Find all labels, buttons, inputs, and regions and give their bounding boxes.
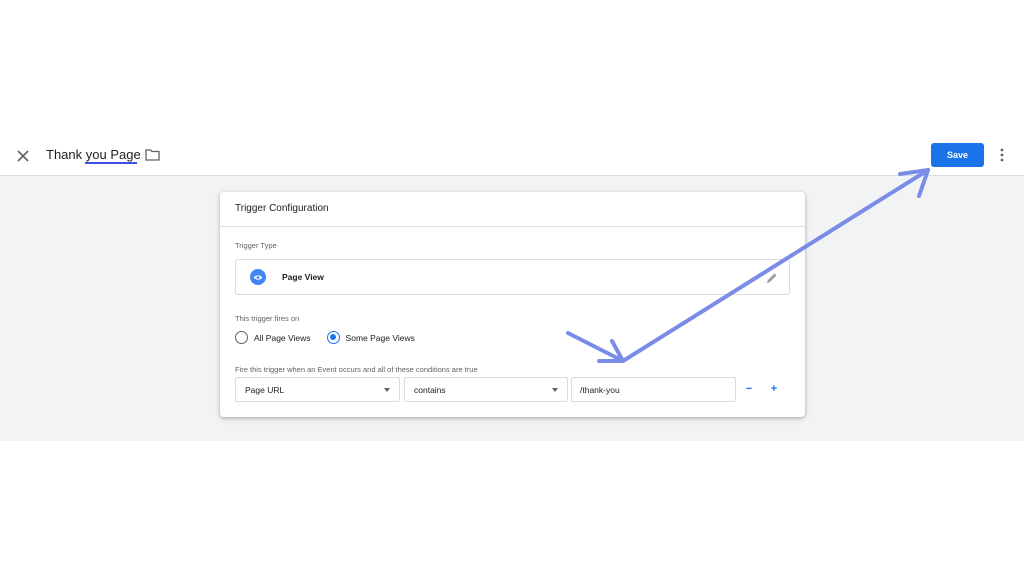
radio-checked-icon — [326, 331, 340, 344]
variable-select-value: Page URL — [245, 385, 285, 395]
fires-on-radio-group: All Page Views Some Page Views — [235, 331, 431, 344]
condition-label: Fire this trigger when an Event occurs a… — [235, 365, 478, 374]
remove-condition-button[interactable]: − — [741, 381, 757, 397]
condition-value-input[interactable] — [571, 377, 736, 402]
fires-on-label: This trigger fires on — [235, 314, 300, 323]
trigger-name-title[interactable]: Thank you Page — [46, 147, 141, 162]
eye-icon — [250, 269, 266, 285]
operator-select-value: contains — [414, 385, 446, 395]
operator-select[interactable]: contains — [404, 377, 568, 402]
chevron-down-icon — [552, 388, 558, 392]
close-icon — [17, 150, 29, 162]
trigger-type-label: Trigger Type — [235, 241, 277, 250]
radio-label: All Page Views — [254, 332, 311, 343]
card-title: Trigger Configuration — [220, 192, 805, 227]
more-vert-icon — [1000, 148, 1004, 162]
title-highlight-underline — [85, 162, 137, 164]
chevron-down-icon — [384, 388, 390, 392]
tag-manager-window: Thank you Page Save Trigger Configuratio… — [0, 135, 1024, 441]
trigger-type-selector[interactable]: Page View — [235, 259, 790, 295]
radio-all-page-views[interactable]: All Page Views — [235, 331, 311, 344]
save-button[interactable]: Save — [931, 143, 984, 167]
radio-some-page-views[interactable]: Some Page Views — [326, 331, 415, 344]
variable-select[interactable]: Page URL — [235, 377, 400, 402]
radio-label: Some Page Views — [345, 332, 415, 343]
folder-button[interactable] — [145, 148, 161, 164]
close-button[interactable] — [12, 145, 34, 167]
more-options-button[interactable] — [994, 145, 1010, 165]
folder-icon — [145, 149, 160, 161]
radio-unchecked-icon — [235, 331, 248, 344]
add-condition-button[interactable]: + — [766, 381, 782, 397]
top-bar: Thank you Page Save — [0, 135, 1024, 176]
trigger-configuration-card: Trigger Configuration Trigger Type Page … — [220, 192, 805, 417]
trigger-type-name: Page View — [282, 272, 324, 282]
edit-pencil-icon[interactable] — [765, 271, 779, 285]
